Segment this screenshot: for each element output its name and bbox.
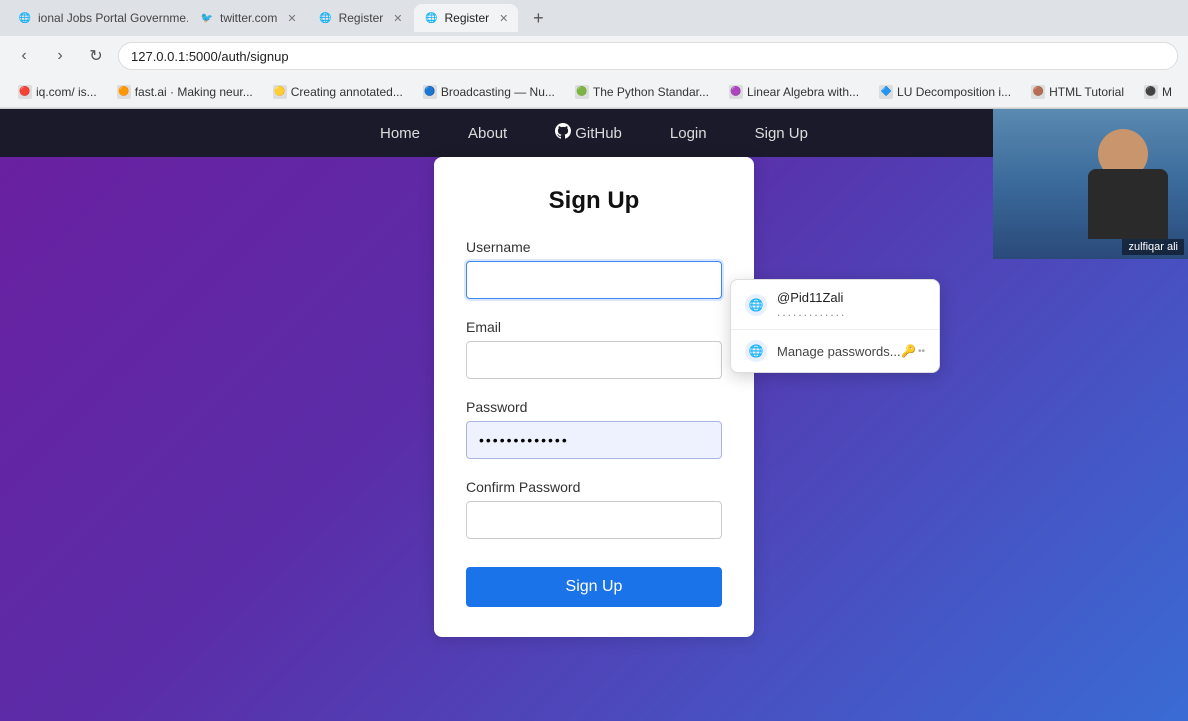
autocomplete-account-item[interactable]: 🌐 @Pid11Zali ............. <box>731 280 939 329</box>
github-icon <box>555 123 571 143</box>
tab-close-twitter[interactable]: ✕ <box>287 12 296 25</box>
reload-button[interactable]: ↻ <box>82 42 110 70</box>
bookmark-favicon-lu: 🔷 <box>879 85 893 99</box>
main-content: Home About GitHub Login Sign Up Sign Up … <box>0 109 1188 721</box>
signup-submit-button[interactable]: Sign Up <box>466 567 722 607</box>
bookmark-label-html: HTML Tutorial <box>1049 85 1124 99</box>
forward-button[interactable]: › <box>46 42 74 70</box>
autocomplete-password-dots: ............. <box>777 305 846 319</box>
manage-passwords-label: Manage passwords... <box>777 344 901 359</box>
autocomplete-dropdown: 🌐 @Pid11Zali ............. 🌐 Manage pass… <box>730 279 940 373</box>
nav-login[interactable]: Login <box>662 121 715 146</box>
bookmark-m[interactable]: ⚫ M <box>1136 82 1180 102</box>
tab-favicon-register2: 🌐 <box>424 11 438 25</box>
email-label: Email <box>466 319 722 335</box>
bookmark-favicon-linalg: 🟣 <box>729 85 743 99</box>
bookmark-lu[interactable]: 🔷 LU Decomposition i... <box>871 82 1019 102</box>
tab-twitter[interactable]: 🐦 twitter.com ✕ <box>190 4 307 32</box>
password-label: Password <box>466 399 722 415</box>
tab-jobs[interactable]: 🌐 ional Jobs Portal Governme... ✕ <box>8 4 188 32</box>
bookmark-label-annotated: Creating annotated... <box>291 85 403 99</box>
confirm-password-group: Confirm Password <box>466 479 722 555</box>
bookmark-iq[interactable]: 🔴 iq.com/ is... <box>10 82 105 102</box>
person-body <box>1088 169 1168 239</box>
bookmark-favicon-python: 🟢 <box>575 85 589 99</box>
nav-about[interactable]: About <box>460 121 515 146</box>
bookmark-html[interactable]: 🟤 HTML Tutorial <box>1023 82 1132 102</box>
autocomplete-username: @Pid11Zali <box>777 290 846 305</box>
new-tab-button[interactable]: + <box>524 4 552 32</box>
tab-close-register1[interactable]: ✕ <box>393 12 402 25</box>
bookmark-linalg[interactable]: 🟣 Linear Algebra with... <box>721 82 867 102</box>
username-input[interactable] <box>466 261 722 299</box>
bookmark-label-iq: iq.com/ is... <box>36 85 97 99</box>
back-button[interactable]: ‹ <box>10 42 38 70</box>
email-input[interactable] <box>466 341 722 379</box>
key-icon-badge: 🔑 •• <box>901 344 925 358</box>
bookmark-label-lu: LU Decomposition i... <box>897 85 1011 99</box>
manage-passwords-row[interactable]: 🌐 Manage passwords... 🔑 •• <box>731 330 939 372</box>
address-input[interactable] <box>118 42 1178 70</box>
username-label: Username <box>466 239 722 255</box>
webcam-name-tag: zulfiqar ali <box>1122 239 1184 255</box>
bookmark-label-linalg: Linear Algebra with... <box>747 85 859 99</box>
tab-register2[interactable]: 🌐 Register ✕ <box>414 4 518 32</box>
confirm-password-label: Confirm Password <box>466 479 722 495</box>
tab-label-twitter: twitter.com <box>220 11 277 25</box>
bookmark-annotated[interactable]: 🟡 Creating annotated... <box>265 82 411 102</box>
password-group: Password <box>466 399 722 475</box>
bookmark-favicon-m: ⚫ <box>1144 85 1158 99</box>
tab-label-register2: Register <box>444 11 489 25</box>
nav-home[interactable]: Home <box>372 121 428 146</box>
form-title: Sign Up <box>466 187 722 215</box>
bookmark-favicon-html: 🟤 <box>1031 85 1045 99</box>
tab-favicon-register1: 🌐 <box>319 11 333 25</box>
webcam-video <box>993 109 1188 259</box>
password-input[interactable] <box>466 421 722 459</box>
browser-chrome: 🌐 ional Jobs Portal Governme... ✕ 🐦 twit… <box>0 0 1188 109</box>
webcam-overlay: zulfiqar ali <box>993 109 1188 259</box>
page-background: Home About GitHub Login Sign Up Sign Up … <box>0 109 1188 721</box>
tab-favicon-jobs: 🌐 <box>18 11 32 25</box>
bookmark-label-python: The Python Standar... <box>593 85 709 99</box>
bookmark-label-broadcasting: Broadcasting — Nu... <box>441 85 555 99</box>
bookmark-label-fastai: fast.ai · Making neur... <box>135 85 253 99</box>
bookmark-favicon-iq: 🔴 <box>18 85 32 99</box>
tab-label-jobs: ional Jobs Portal Governme... <box>38 11 188 25</box>
bookmark-label-m: M <box>1162 85 1172 99</box>
nav-github[interactable]: GitHub <box>547 119 630 147</box>
autocomplete-globe-icon: 🌐 <box>745 294 767 316</box>
tab-label-register1: Register <box>339 11 384 25</box>
bookmark-favicon-broadcasting: 🔵 <box>423 85 437 99</box>
tab-register1[interactable]: 🌐 Register ✕ <box>309 4 413 32</box>
autocomplete-account-info: @Pid11Zali ............. <box>777 290 846 319</box>
signup-form-card: Sign Up Username 🌐 @Pid11Zali ..........… <box>434 157 754 637</box>
manage-passwords-left: 🌐 Manage passwords... <box>745 340 901 362</box>
bookmark-python[interactable]: 🟢 The Python Standar... <box>567 82 717 102</box>
bookmarks-bar: 🔴 iq.com/ is... 🟠 fast.ai · Making neur.… <box>0 76 1188 108</box>
key-dots: •• <box>918 346 925 357</box>
address-bar-row: ‹ › ↻ <box>0 36 1188 76</box>
tab-favicon-twitter: 🐦 <box>200 11 214 25</box>
email-group: Email <box>466 319 722 395</box>
nav-signup[interactable]: Sign Up <box>747 121 816 146</box>
confirm-password-input[interactable] <box>466 501 722 539</box>
key-icon: 🔑 <box>901 344 916 358</box>
bookmark-favicon-fastai: 🟠 <box>117 85 131 99</box>
bookmark-favicon-annotated: 🟡 <box>273 85 287 99</box>
bookmark-fastai[interactable]: 🟠 fast.ai · Making neur... <box>109 82 261 102</box>
manage-passwords-icon: 🌐 <box>745 340 767 362</box>
nav-github-label: GitHub <box>575 125 622 142</box>
bookmark-broadcasting[interactable]: 🔵 Broadcasting — Nu... <box>415 82 563 102</box>
tab-close-register2[interactable]: ✕ <box>499 12 508 25</box>
username-group: Username 🌐 @Pid11Zali ............. <box>466 239 722 315</box>
tab-bar: 🌐 ional Jobs Portal Governme... ✕ 🐦 twit… <box>0 0 1188 36</box>
